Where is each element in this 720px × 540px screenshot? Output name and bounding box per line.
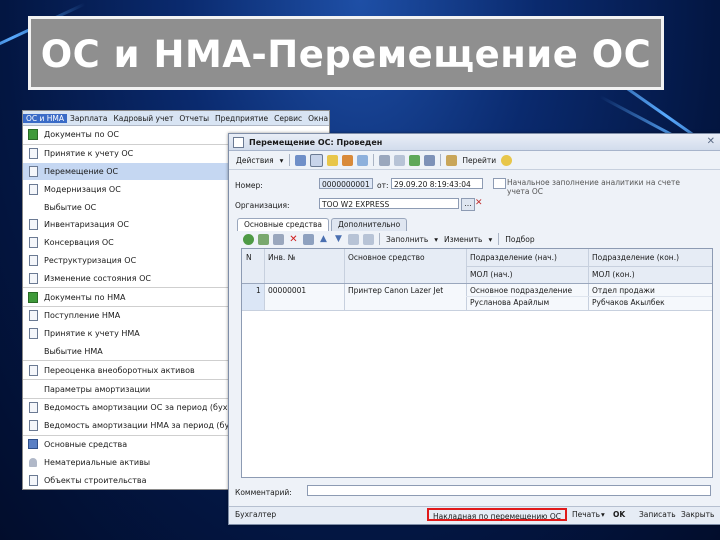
window-footer: Бухгалтер Накладная по перемещению ОС Пе… [229,506,720,524]
select-button[interactable]: … [461,198,475,211]
col-asset-header[interactable]: Основное средство [348,253,425,262]
add-icon[interactable] [243,233,254,245]
delete-icon[interactable]: ✕ [288,234,299,245]
grid-toolbar: ✕ ▲ ▼ Заполнить ▾ Изменить ▾ Подбор [241,233,538,245]
row-to-mol: Рубчаков Акылбек [592,298,665,307]
col-from-dept-header[interactable]: Подразделение (нач.) [470,253,557,262]
initial-fill-label: Начальное заполнение аналитики на счете … [507,178,680,196]
document-icon [28,364,38,376]
menubar-windows[interactable]: Окна [305,114,329,123]
document-icon [28,328,38,340]
fill-menu[interactable]: Заполнить [383,235,431,244]
assets-table: N Инв. № Основное средство Подразделение… [241,248,713,478]
tab-fixed-assets[interactable]: Основные средства [237,218,329,231]
document-icon [28,183,38,195]
list-icon[interactable] [394,154,406,166]
move-down-icon[interactable]: ▼ [333,234,344,245]
window-title: Перемещение ОС: Проведен [249,137,383,147]
number-label: Номер: [235,181,263,190]
copy-row-icon[interactable] [258,233,269,245]
main-menubar: ОС и НМА Зарплата Кадровый учет Отчеты П… [23,111,329,126]
document-icon [28,474,38,486]
row-from-dept: Основное подразделение [470,286,573,295]
row-inv: 00000001 [268,286,307,295]
tab-additional[interactable]: Дополнительно [330,218,408,231]
row-asset: Принтер Canon Lazer Jet [348,286,444,295]
structure-icon[interactable] [409,154,421,166]
select-items-button[interactable]: Подбор [502,235,537,244]
menubar-hr[interactable]: Кадровый учет [110,114,176,123]
menubar-service[interactable]: Сервис [271,114,305,123]
menubar-salary[interactable]: Зарплата [67,114,110,123]
change-menu[interactable]: Изменить [441,235,485,244]
document-icon [28,219,38,231]
menubar-reports[interactable]: Отчеты [176,114,212,123]
organization-label: Организация: [235,201,290,210]
organization-field[interactable]: ТОО W2 EXPRESS [319,198,459,209]
row-num: 1 [256,286,261,295]
green-doc-icon [28,129,38,141]
window-titlebar: Перемещение ОС: Проведен [229,134,720,151]
row-to-dept: Отдел продажи [592,286,655,295]
col-inv-header[interactable]: Инв. № [268,253,296,262]
document-icon [28,272,38,284]
menubar-enterprise[interactable]: Предприятие [212,114,271,123]
table-icon[interactable] [379,154,391,166]
person-icon [28,457,38,467]
slide-title-box: ОС и НМА-Перемещение ОС [28,16,664,90]
end-edit-icon[interactable] [303,233,314,245]
document-icon [28,165,38,177]
col-to-dept-header[interactable]: Подразделение (кон.) [592,253,679,262]
document-icon [28,310,38,322]
close-button[interactable]: Закрыть [681,510,714,519]
menubar-os-nma[interactable]: ОС и НМА [23,113,68,123]
document-icon [28,237,38,249]
date-field[interactable]: 29.09.20 8:19:43:04 [391,178,483,189]
comment-label: Комментарий: [235,488,292,497]
copy-icon[interactable] [310,153,324,167]
goto-menu[interactable]: Перейти [459,156,499,165]
document-icon [28,402,38,414]
initial-fill-checkbox[interactable] [493,178,506,189]
save-icon[interactable] [295,154,307,166]
document-icon [28,148,38,160]
col-num-header[interactable]: N [246,253,252,262]
goto-icon[interactable] [446,154,458,166]
subordinate-icon[interactable] [424,154,436,166]
help-icon[interactable] [501,154,513,166]
print-form-selector[interactable]: Накладная по перемещению ОС [427,508,567,521]
sort-desc-icon[interactable] [363,233,374,245]
document-tabs: Основные средства Дополнительно [237,218,409,231]
col-from-mol-header[interactable]: МОЛ (нач.) [470,270,513,279]
sort-asc-icon[interactable] [348,233,359,245]
post-icon[interactable] [327,154,339,166]
chevron-down-icon: ▾ [279,155,284,165]
date-label: от: [377,181,389,190]
clear-icon[interactable]: ✕ [475,198,483,208]
actions-menu[interactable]: Действия [233,156,277,165]
user-role-text: Бухгалтер [235,510,277,519]
green-doc-icon [28,291,38,303]
number-field[interactable]: 0000000001 [319,178,373,189]
unpost-icon[interactable] [342,154,354,166]
row-from-mol: Русланова Арайлым [470,298,550,307]
col-to-mol-header[interactable]: МОЛ (кон.) [592,270,635,279]
document-toolbar: Действия ▾ Перейти [229,151,720,170]
table-row[interactable]: 1 00000001 Принтер Canon Lazer Jet Основ… [242,284,712,311]
refresh-icon[interactable] [357,154,369,166]
document-icon [28,420,38,432]
ok-button[interactable]: OK [613,510,625,519]
document-icon [28,254,38,266]
edit-icon[interactable] [273,233,284,245]
slide-title: ОС и НМА-Перемещение ОС [40,33,652,76]
close-icon[interactable]: ✕ [707,136,715,147]
save-button[interactable]: Записать [639,510,676,519]
car-icon [28,439,38,450]
move-up-icon[interactable]: ▲ [318,234,329,245]
document-icon [233,136,244,148]
comment-field[interactable] [307,485,711,496]
print-button[interactable]: Печать [572,510,600,519]
transfer-document-window: Перемещение ОС: Проведен ✕ Действия ▾ Пе… [228,133,720,525]
